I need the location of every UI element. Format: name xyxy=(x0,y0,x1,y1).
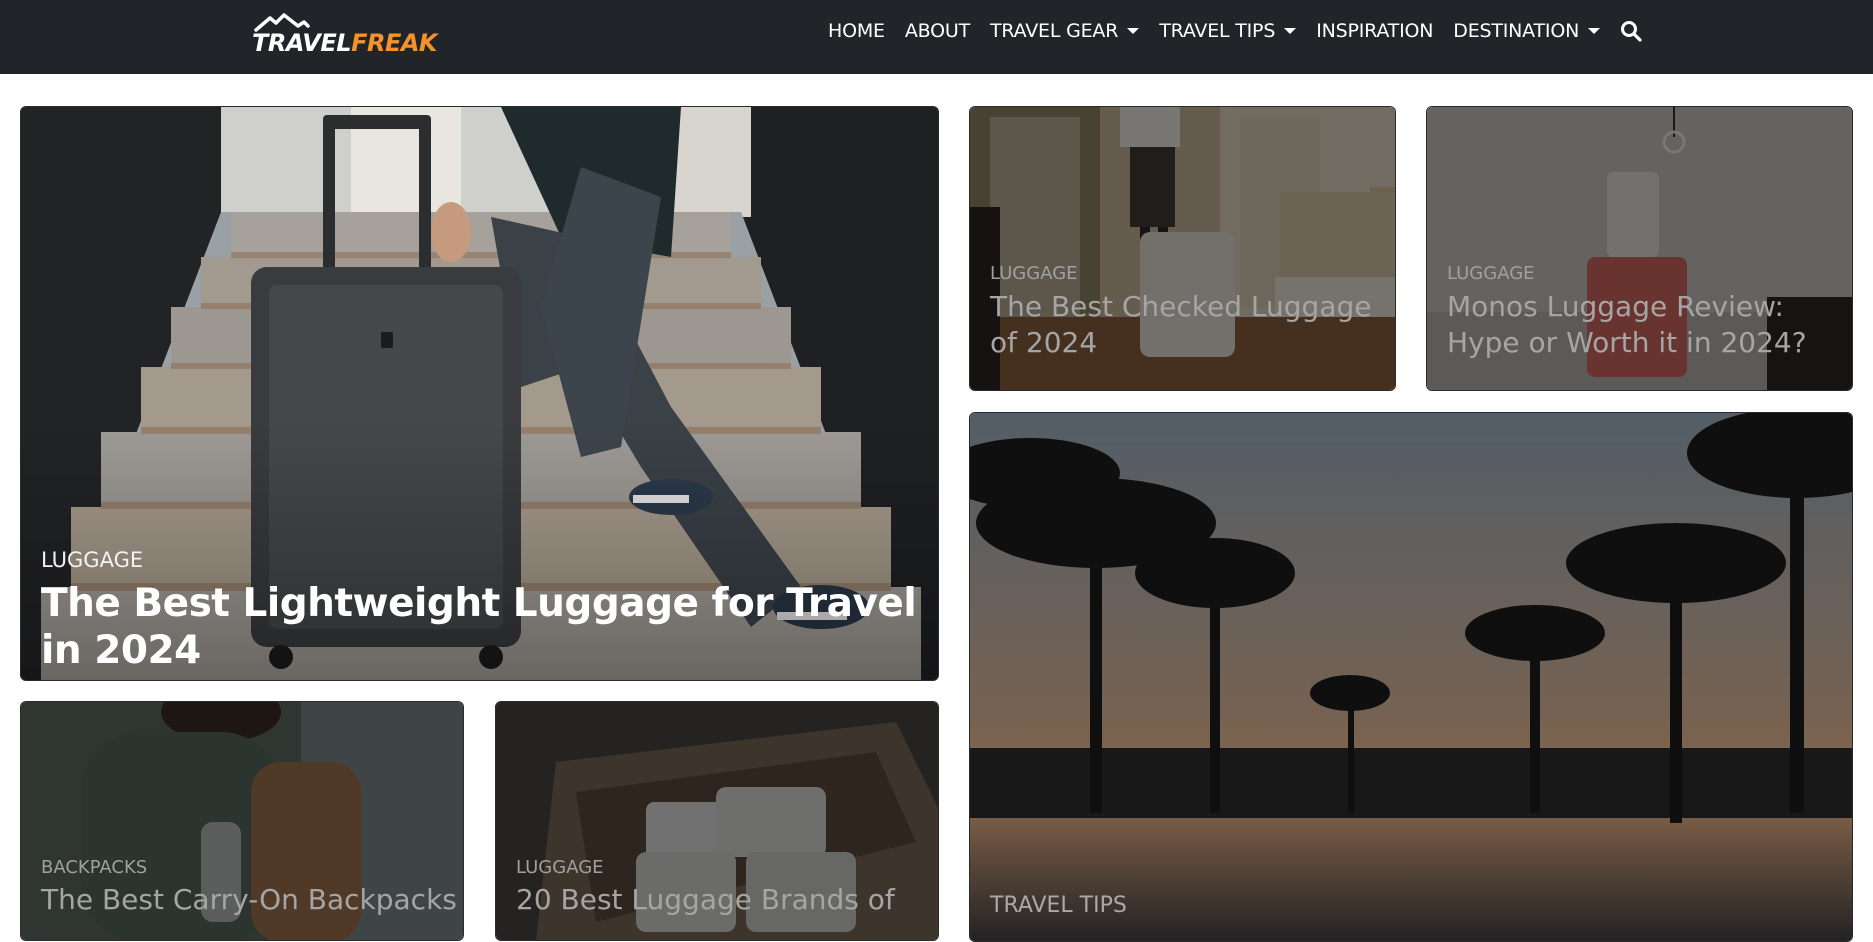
post-title[interactable]: The Best Checked Luggage of 2024 xyxy=(990,289,1390,362)
nav-destination[interactable]: DESTINATION xyxy=(1443,20,1610,42)
nav-home[interactable]: HOME xyxy=(818,20,895,42)
post-category[interactable]: LUGGAGE xyxy=(516,857,604,878)
post-card-checked-luggage[interactable]: LUGGAGE The Best Checked Luggage of 2024 xyxy=(969,106,1396,391)
nav-travel-tips[interactable]: TRAVEL TIPS xyxy=(1149,20,1306,42)
nav-destination-label: DESTINATION xyxy=(1453,20,1580,42)
nav-home-label: HOME xyxy=(828,20,885,42)
nav-inspiration-label: INSPIRATION xyxy=(1316,20,1434,42)
nav-about[interactable]: ABOUT xyxy=(895,20,980,42)
post-card-travel-tips[interactable]: TRAVEL TIPS xyxy=(969,412,1853,942)
post-category[interactable]: TRAVEL TIPS xyxy=(990,893,1127,918)
logo-wordmark: TRAVELFREAK xyxy=(252,29,438,57)
nav-travel-gear[interactable]: TRAVEL GEAR xyxy=(980,20,1149,42)
search-icon xyxy=(1621,21,1642,42)
post-category[interactable]: LUGGAGE xyxy=(1447,263,1535,284)
post-card-monos-review[interactable]: LUGGAGE Monos Luggage Review: Hype or Wo… xyxy=(1426,106,1853,391)
nav-about-label: ABOUT xyxy=(904,20,971,42)
post-title[interactable]: Monos Luggage Review: Hype or Worth it i… xyxy=(1447,289,1847,362)
logo-freak-text: FREAK xyxy=(351,29,438,57)
post-category[interactable]: LUGGAGE xyxy=(41,548,143,572)
image-overlay xyxy=(970,413,1852,941)
nav-travel-tips-label: TRAVEL TIPS xyxy=(1159,20,1276,42)
logo-travel-text: TRAVEL xyxy=(252,29,352,57)
caret-down-icon xyxy=(1284,28,1297,34)
featured-post-card[interactable]: LUGGAGE The Best Lightweight Luggage for… xyxy=(20,106,939,681)
post-title[interactable]: 20 Best Luggage Brands of xyxy=(516,882,936,918)
post-card-carry-on-backpacks[interactable]: BACKPACKS The Best Carry-On Backpacks xyxy=(20,701,464,941)
top-navbar: TRAVELFREAK HOME ABOUT TRAVEL GEAR TRAVE… xyxy=(0,0,1873,74)
nav-travel-gear-label: TRAVEL GEAR xyxy=(990,20,1119,42)
post-category[interactable]: LUGGAGE xyxy=(990,263,1078,284)
site-logo[interactable]: TRAVELFREAK xyxy=(250,10,438,60)
post-title[interactable]: The Best Lightweight Luggage for Travel … xyxy=(41,581,931,675)
nav-inspiration[interactable]: INSPIRATION xyxy=(1306,20,1443,42)
main-nav: HOME ABOUT TRAVEL GEAR TRAVEL TIPS INSPI… xyxy=(818,0,1646,62)
caret-down-icon xyxy=(1127,28,1140,34)
post-title[interactable]: The Best Carry-On Backpacks xyxy=(41,882,461,918)
post-card-luggage-brands[interactable]: LUGGAGE 20 Best Luggage Brands of xyxy=(495,701,939,941)
search-button[interactable] xyxy=(1616,16,1646,46)
caret-down-icon xyxy=(1588,28,1601,34)
post-category[interactable]: BACKPACKS xyxy=(41,857,147,878)
